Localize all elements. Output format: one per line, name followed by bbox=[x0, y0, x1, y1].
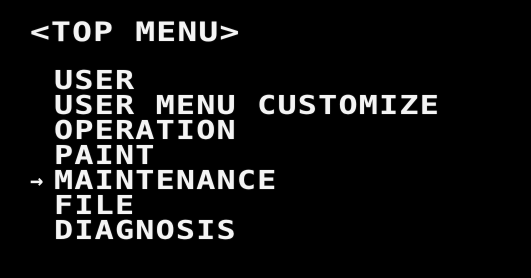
menu-item-diagnosis[interactable]: DIAGNOSIS bbox=[0, 216, 531, 246]
selection-cursor-arrow-icon: → bbox=[30, 169, 44, 194]
menu-title: <TOP MENU> bbox=[30, 17, 241, 48]
menu-item-paint[interactable]: PAINT bbox=[0, 143, 531, 170]
top-menu-screen: <TOP MENU> USER USER MENU CUSTOMIZE OPER… bbox=[0, 0, 531, 278]
menu-item-user-menu-customize[interactable]: USER MENU CUSTOMIZE bbox=[0, 93, 531, 120]
top-menu-list: USER USER MENU CUSTOMIZE OPERATION PAINT… bbox=[0, 68, 531, 246]
menu-item-file[interactable]: FILE bbox=[0, 193, 531, 220]
menu-item-operation[interactable]: OPERATION bbox=[0, 118, 531, 145]
menu-item-maintenance[interactable]: → MAINTENANCE bbox=[0, 168, 531, 195]
menu-item-user[interactable]: USER bbox=[0, 68, 531, 95]
menu-item-label: DIAGNOSIS bbox=[54, 216, 237, 246]
